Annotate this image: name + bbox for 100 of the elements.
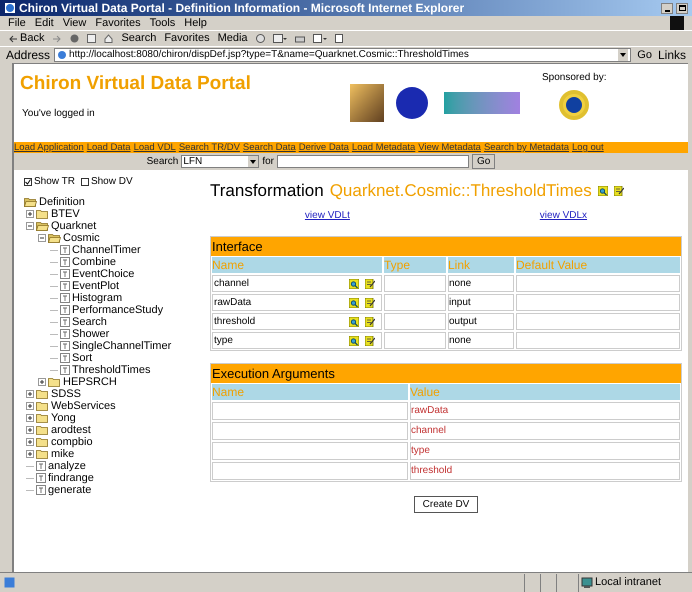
search-button[interactable]: Search (121, 32, 156, 45)
maximize-button[interactable] (676, 2, 688, 14)
nav-link[interactable]: Search TR/DV (178, 142, 240, 153)
search-label: Search (146, 156, 178, 168)
tree-item[interactable]: Definition (39, 196, 85, 208)
edit-icon[interactable] (365, 316, 375, 326)
portal-title: Chiron Virtual Data Portal (20, 72, 252, 96)
expand-icon[interactable] (26, 450, 34, 458)
minimize-button[interactable] (661, 2, 673, 14)
menu-item[interactable]: Tools (150, 16, 176, 30)
expand-icon[interactable] (26, 210, 34, 218)
tree-item[interactable]: findrange (48, 472, 94, 484)
nav-link[interactable]: Load Data (86, 142, 131, 153)
tree-item[interactable]: Cosmic (63, 232, 100, 244)
tree-item[interactable]: ChannelTimer (72, 244, 141, 256)
tree-item[interactable]: Quarknet (51, 220, 96, 232)
tree-item[interactable]: Sort (72, 352, 92, 364)
go-button[interactable]: Go (472, 154, 496, 169)
edit-icon[interactable] (365, 278, 375, 288)
intranet-icon (581, 576, 593, 588)
nav-link[interactable]: Search by Metadata (484, 142, 569, 153)
stop-icon[interactable] (70, 34, 80, 43)
collapse-icon[interactable] (26, 222, 34, 230)
menu-item[interactable]: File (8, 16, 26, 30)
tree-item[interactable]: ThresholdTimes (72, 364, 150, 376)
column-header: Type (384, 257, 446, 273)
expand-icon[interactable] (26, 414, 34, 422)
tree-item[interactable]: SDSS (51, 388, 81, 400)
menu-item[interactable]: View (62, 16, 86, 30)
for-label: for (262, 156, 274, 168)
edit-icon[interactable] (365, 298, 375, 308)
magnifier-icon[interactable] (349, 336, 359, 346)
refresh-icon[interactable] (87, 34, 96, 43)
menu-item[interactable]: Help (184, 16, 207, 30)
tree-item[interactable]: BTEV (51, 208, 80, 220)
parameter-name: rawData (214, 296, 252, 308)
collapse-icon[interactable] (38, 234, 46, 242)
tree-item[interactable]: WebServices (51, 400, 116, 412)
table-title: Interface (211, 237, 681, 256)
table-cell: threshold (410, 462, 680, 480)
tree-item[interactable]: EventPlot (72, 280, 120, 292)
view-link[interactable]: view VDLx (540, 210, 588, 222)
search-type-select[interactable]: LFN (181, 155, 260, 168)
expand-icon[interactable] (26, 426, 34, 434)
menu-item[interactable]: Edit (34, 16, 54, 30)
document-icon (60, 329, 70, 339)
table-cell (384, 275, 446, 292)
tree-item[interactable]: EventChoice (72, 268, 134, 280)
sponsor-logo (559, 90, 590, 120)
expand-icon[interactable] (26, 390, 34, 398)
checkbox[interactable] (24, 178, 32, 186)
tree-item[interactable]: Shower (72, 328, 110, 340)
document-icon (36, 485, 46, 495)
document-icon (60, 305, 70, 315)
edit-icon[interactable] (365, 336, 375, 346)
nav-link[interactable]: Load VDL (134, 142, 176, 153)
expand-icon[interactable] (38, 378, 46, 386)
checkbox[interactable] (80, 178, 89, 186)
tree-item[interactable]: mike (51, 448, 74, 460)
favorites-button[interactable]: Favorites (164, 32, 210, 45)
tree-item[interactable]: HEPSRCH (63, 376, 117, 388)
edit-icon[interactable] (614, 186, 624, 196)
expand-icon[interactable] (26, 438, 34, 446)
nav-link[interactable]: Load Metadata (352, 142, 416, 153)
tree-item[interactable]: compbio (51, 436, 93, 448)
table-title: Execution Arguments (211, 364, 681, 383)
nav-link[interactable]: Search Data (242, 142, 296, 153)
tree-item[interactable]: arodtest (51, 424, 91, 436)
magnifier-icon[interactable] (349, 316, 359, 326)
tree-item[interactable]: Search (72, 316, 107, 328)
definition-type: Transformation (210, 181, 324, 201)
back-button[interactable]: Back (8, 32, 44, 45)
view-link[interactable]: view VDLt (304, 210, 350, 222)
home-icon[interactable] (104, 34, 114, 43)
nav-link[interactable]: Load Application (14, 142, 84, 153)
search-field[interactable] (277, 155, 469, 168)
links-button[interactable]: Links (658, 48, 686, 62)
folder-icon (36, 389, 49, 399)
tree-item[interactable]: PerformanceStudy (72, 304, 164, 316)
go-button[interactable]: Go (635, 48, 654, 62)
nav-link[interactable]: View Metadata (418, 142, 481, 153)
media-button[interactable]: Media (218, 32, 248, 45)
document-icon (60, 269, 70, 279)
tree-item[interactable]: SingleChannelTimer (72, 340, 172, 352)
nav-link[interactable]: Derive Data (298, 142, 349, 153)
tree-item[interactable]: generate (48, 484, 92, 496)
tree-item[interactable]: Yong (51, 412, 76, 424)
magnifier-icon[interactable] (349, 278, 359, 288)
tree-item[interactable]: Histogram (72, 292, 122, 304)
menu-item[interactable]: Favorites (95, 16, 141, 30)
folder-icon (36, 449, 49, 459)
history-icon[interactable] (256, 34, 265, 43)
address-field[interactable]: http://localhost:8080/chiron/dispDef.jsp?type=T&name=Quarknet.Cosmic::ThresholdTimes (54, 48, 632, 62)
create-dv-button[interactable]: Create DV (414, 496, 478, 513)
nav-link[interactable]: Log out (572, 142, 604, 153)
expand-icon[interactable] (26, 402, 34, 410)
magnifier-icon[interactable] (349, 298, 359, 308)
magnifier-icon[interactable] (598, 186, 608, 196)
tree-item[interactable]: analyze (48, 460, 86, 472)
tree-item[interactable]: Combine (72, 256, 116, 268)
